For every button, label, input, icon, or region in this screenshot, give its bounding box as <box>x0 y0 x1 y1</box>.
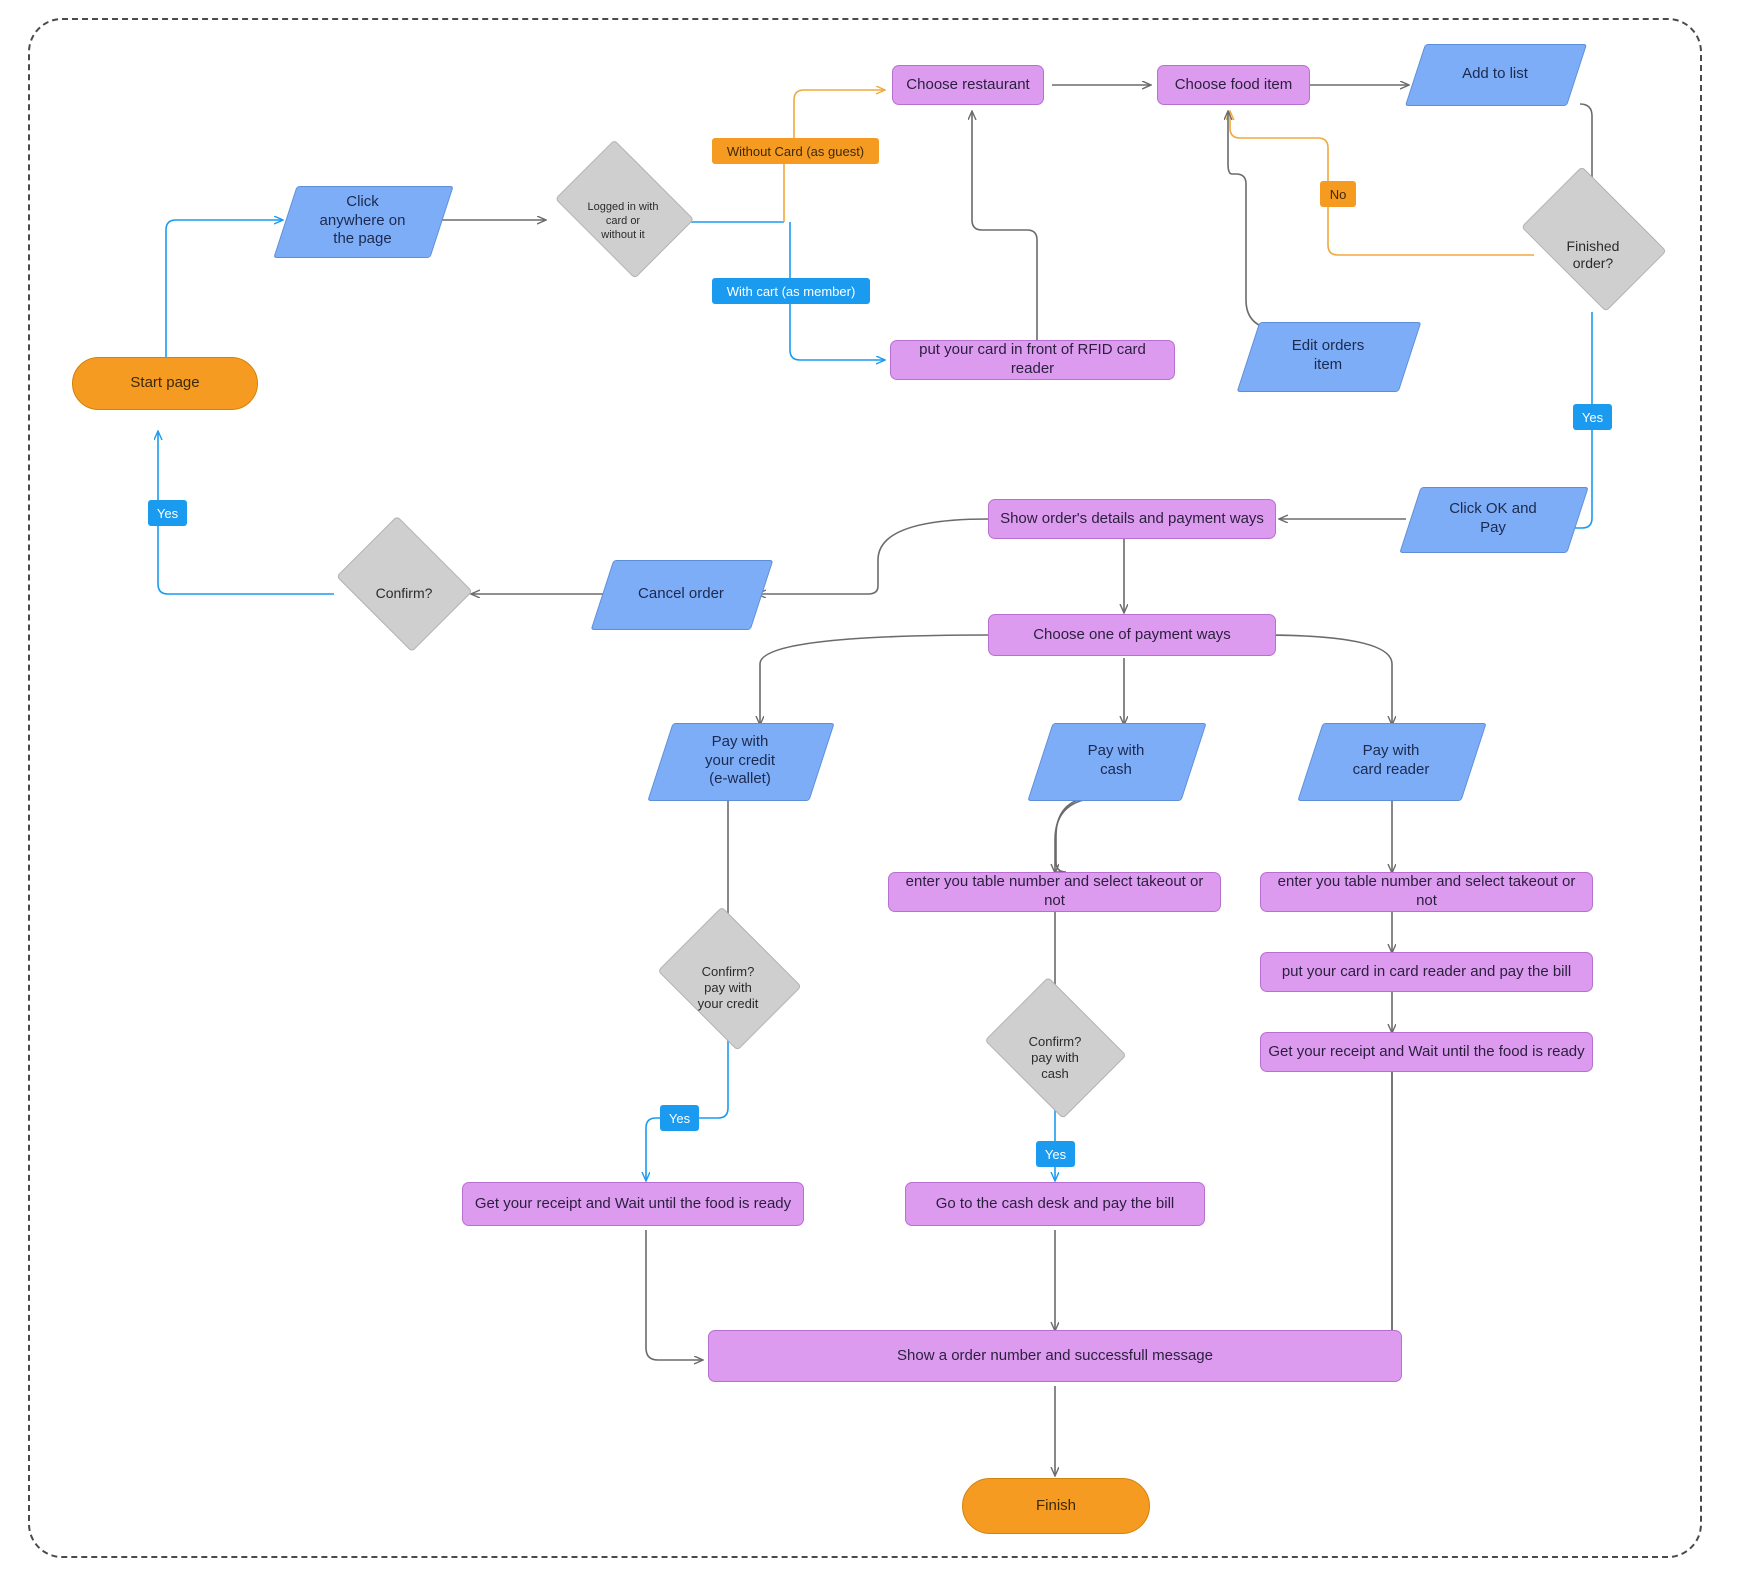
node-finished-order-decision[interactable]: Finished order? <box>1510 166 1676 314</box>
node-click-ok-and-pay[interactable]: Click OK and Pay <box>1399 487 1589 553</box>
node-rfid-card-reader[interactable]: put your card in front of RFID card read… <box>890 340 1175 380</box>
node-label: Choose food item <box>1174 75 1293 93</box>
node-click-anywhere[interactable]: Click anywhere on the page <box>273 186 454 258</box>
node-add-to-list[interactable]: Add to list <box>1404 44 1588 106</box>
node-pay-with-credit[interactable]: Pay with your credit (e-wallet) <box>647 723 835 801</box>
node-label: enter you table number and select takeou… <box>905 873 1204 909</box>
node-edit-orders-item[interactable]: Edit orders item <box>1236 322 1422 392</box>
node-label: Confirm? <box>375 585 433 602</box>
node-confirm-cash-decision[interactable]: Confirm? pay with cash <box>978 977 1132 1120</box>
node-label: enter you table number and select takeou… <box>1277 873 1576 909</box>
node-label: Choose restaurant <box>906 75 1030 93</box>
node-label: Pay with card reader <box>1352 742 1430 778</box>
node-label: Choose one of payment ways <box>1033 625 1231 643</box>
node-label: Add to list <box>1462 64 1528 82</box>
node-enter-table-number-cash[interactable]: enter you table number and select takeou… <box>888 872 1221 912</box>
node-choose-restaurant[interactable]: Choose restaurant <box>892 65 1044 105</box>
node-logged-in-decision[interactable]: Logged in with card or without it <box>545 139 701 280</box>
edge-label-yes-confirm: Yes <box>148 500 187 526</box>
node-label: Confirm? pay with your credit <box>697 963 759 1012</box>
node-card-in-reader[interactable]: put your card in card reader and pay the… <box>1260 952 1593 992</box>
node-order-number-message[interactable]: Show a order number and successfull mess… <box>708 1330 1402 1382</box>
node-label: Show a order number and successfull mess… <box>897 1346 1213 1364</box>
edge-label-text: With cart (as member) <box>726 283 856 299</box>
node-label: Get your receipt and Wait until the food… <box>1268 1042 1585 1060</box>
node-label: Logged in with card or without it <box>587 201 659 241</box>
edge-label-with-cart: With cart (as member) <box>712 278 870 304</box>
node-label: Pay with cash <box>1087 742 1145 778</box>
node-confirm-credit-decision[interactable]: Confirm? pay with your credit <box>650 906 806 1051</box>
node-label: Get your receipt and Wait until the food… <box>474 1194 792 1212</box>
edge-label-text: Without Card (as guest) <box>726 143 865 159</box>
edge-label-yes-cash: Yes <box>1036 1141 1075 1167</box>
node-label: Pay with your credit (e-wallet) <box>704 732 776 788</box>
node-enter-table-number-card[interactable]: enter you table number and select takeou… <box>1260 872 1593 912</box>
node-receipt-card[interactable]: Get your receipt and Wait until the food… <box>1260 1032 1593 1072</box>
node-label: Cancel order <box>638 584 724 602</box>
node-label: Click anywhere on the page <box>319 192 406 248</box>
node-label: Start page <box>130 374 200 392</box>
node-label: Edit orders item <box>1291 337 1365 373</box>
edge-label-text: Yes <box>1581 409 1604 425</box>
edge-label-no: No <box>1320 181 1356 207</box>
node-show-order-details[interactable]: Show order's details and payment ways <box>988 499 1276 539</box>
node-choose-food-item[interactable]: Choose food item <box>1157 65 1310 105</box>
node-label: put your card in card reader and pay the… <box>1281 962 1572 980</box>
edge-label-text: Yes <box>668 1110 691 1126</box>
node-choose-payment-ways[interactable]: Choose one of payment ways <box>988 614 1276 656</box>
flowchart-canvas: Start page Click anywhere on the page Lo… <box>0 0 1749 1581</box>
node-pay-with-cash[interactable]: Pay with cash <box>1027 723 1207 801</box>
node-cancel-order[interactable]: Cancel order <box>590 560 774 630</box>
node-label: Finish <box>1035 1496 1076 1514</box>
edge-label-text: No <box>1329 186 1347 202</box>
node-label: Click OK and Pay <box>1449 500 1537 536</box>
node-label: put your card in front of RFID card read… <box>919 341 1146 377</box>
node-start-page[interactable]: Start page <box>72 357 258 410</box>
node-label: Go to the cash desk and pay the bill <box>935 1194 1175 1212</box>
node-confirm-decision[interactable]: Confirm? <box>330 516 478 653</box>
node-label: Confirm? pay with cash <box>1028 1033 1082 1082</box>
edge-label-yes-credit: Yes <box>660 1105 699 1131</box>
edge-label-text: Yes <box>156 505 179 521</box>
node-label: Show order's details and payment ways <box>1000 509 1264 527</box>
node-label: Finished order? <box>1566 237 1620 272</box>
node-cash-desk[interactable]: Go to the cash desk and pay the bill <box>905 1182 1205 1226</box>
edge-label-yes-finished: Yes <box>1573 404 1612 430</box>
edge-label-without-card: Without Card (as guest) <box>712 138 879 164</box>
node-finish[interactable]: Finish <box>962 1478 1150 1534</box>
node-pay-with-card-reader[interactable]: Pay with card reader <box>1297 723 1487 801</box>
node-receipt-credit[interactable]: Get your receipt and Wait until the food… <box>462 1182 804 1226</box>
edge-label-text: Yes <box>1044 1146 1067 1162</box>
